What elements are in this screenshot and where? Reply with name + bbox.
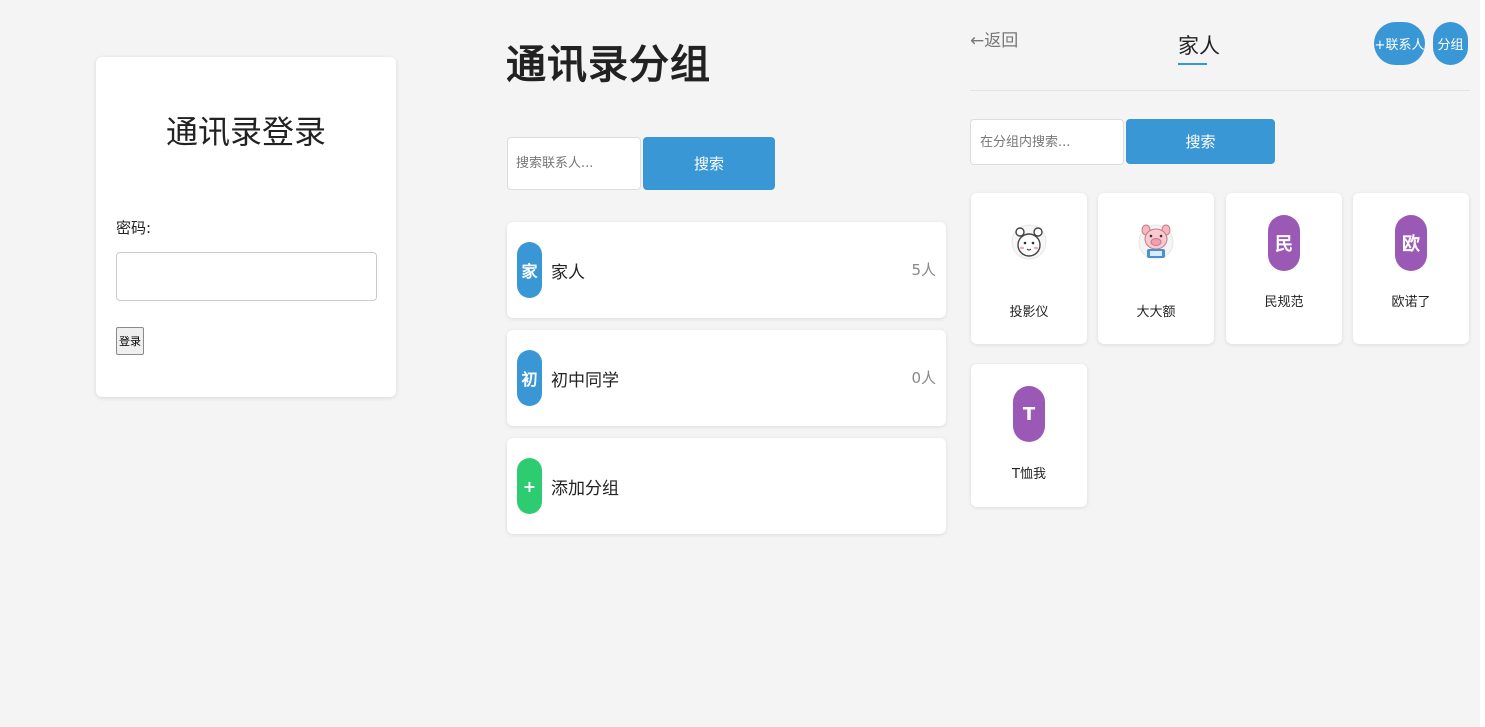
group-count: 5人 [911, 261, 936, 279]
title-underline [1178, 63, 1207, 65]
bear-icon [1011, 224, 1047, 260]
contact-name: 大大额 [1136, 305, 1176, 320]
contact-name: 欧诺了 [1391, 295, 1431, 310]
login-title: 通讯录登录 [165, 113, 326, 151]
group-name: 家人 [551, 263, 585, 283]
password-field[interactable] [116, 252, 377, 301]
contact-avatar: 民 [1268, 215, 1300, 271]
group-list: 家 家人 5人 初 初中同学 0人 + 添加分组 [507, 222, 946, 546]
group-name: 添加分组 [551, 479, 619, 499]
group-count: 0人 [911, 369, 936, 387]
contact-card[interactable]: 欧 欧诺了 [1353, 193, 1469, 344]
contact-name: 民规范 [1264, 295, 1304, 310]
plus-icon: + [517, 458, 542, 514]
contact-card[interactable]: 大大额 [1098, 193, 1214, 344]
add-group-button[interactable]: + 添加分组 [507, 438, 946, 534]
contact-card[interactable]: 投影仪 [971, 193, 1087, 344]
groups-title: 通讯录分组 [506, 42, 711, 88]
add-contact-button[interactable]: +联系人 [1374, 22, 1425, 65]
login-button[interactable]: 登录 [116, 327, 144, 355]
group-avatar: 初 [517, 350, 542, 406]
group-search-input[interactable] [970, 119, 1124, 165]
back-link[interactable]: ←返回 [970, 26, 1018, 51]
group-item-family[interactable]: 家 家人 5人 [507, 222, 946, 318]
group-name: 初中同学 [551, 371, 619, 391]
contact-avatar: 欧 [1395, 215, 1427, 271]
contact-card[interactable]: 民 民规范 [1226, 193, 1342, 344]
pig-icon [1138, 224, 1174, 260]
contact-search-input[interactable] [507, 137, 641, 190]
contact-search-button[interactable]: 搜索 [643, 137, 775, 190]
login-card: 通讯录登录 密码: 登录 [96, 57, 396, 397]
group-search-button[interactable]: 搜索 [1126, 119, 1275, 164]
password-label: 密码: [116, 219, 152, 237]
contact-name: T恤我 [1012, 467, 1046, 482]
contact-card[interactable]: T T恤我 [971, 364, 1087, 507]
contact-name: 投影仪 [1009, 305, 1049, 320]
contact-avatar: T [1013, 386, 1045, 442]
divider [970, 90, 1470, 91]
page-edge [1480, 0, 1485, 727]
group-item-classmates[interactable]: 初 初中同学 0人 [507, 330, 946, 426]
group-button[interactable]: 分组 [1433, 22, 1468, 65]
group-avatar: 家 [517, 242, 542, 298]
group-detail-title: 家人 [1178, 34, 1220, 58]
